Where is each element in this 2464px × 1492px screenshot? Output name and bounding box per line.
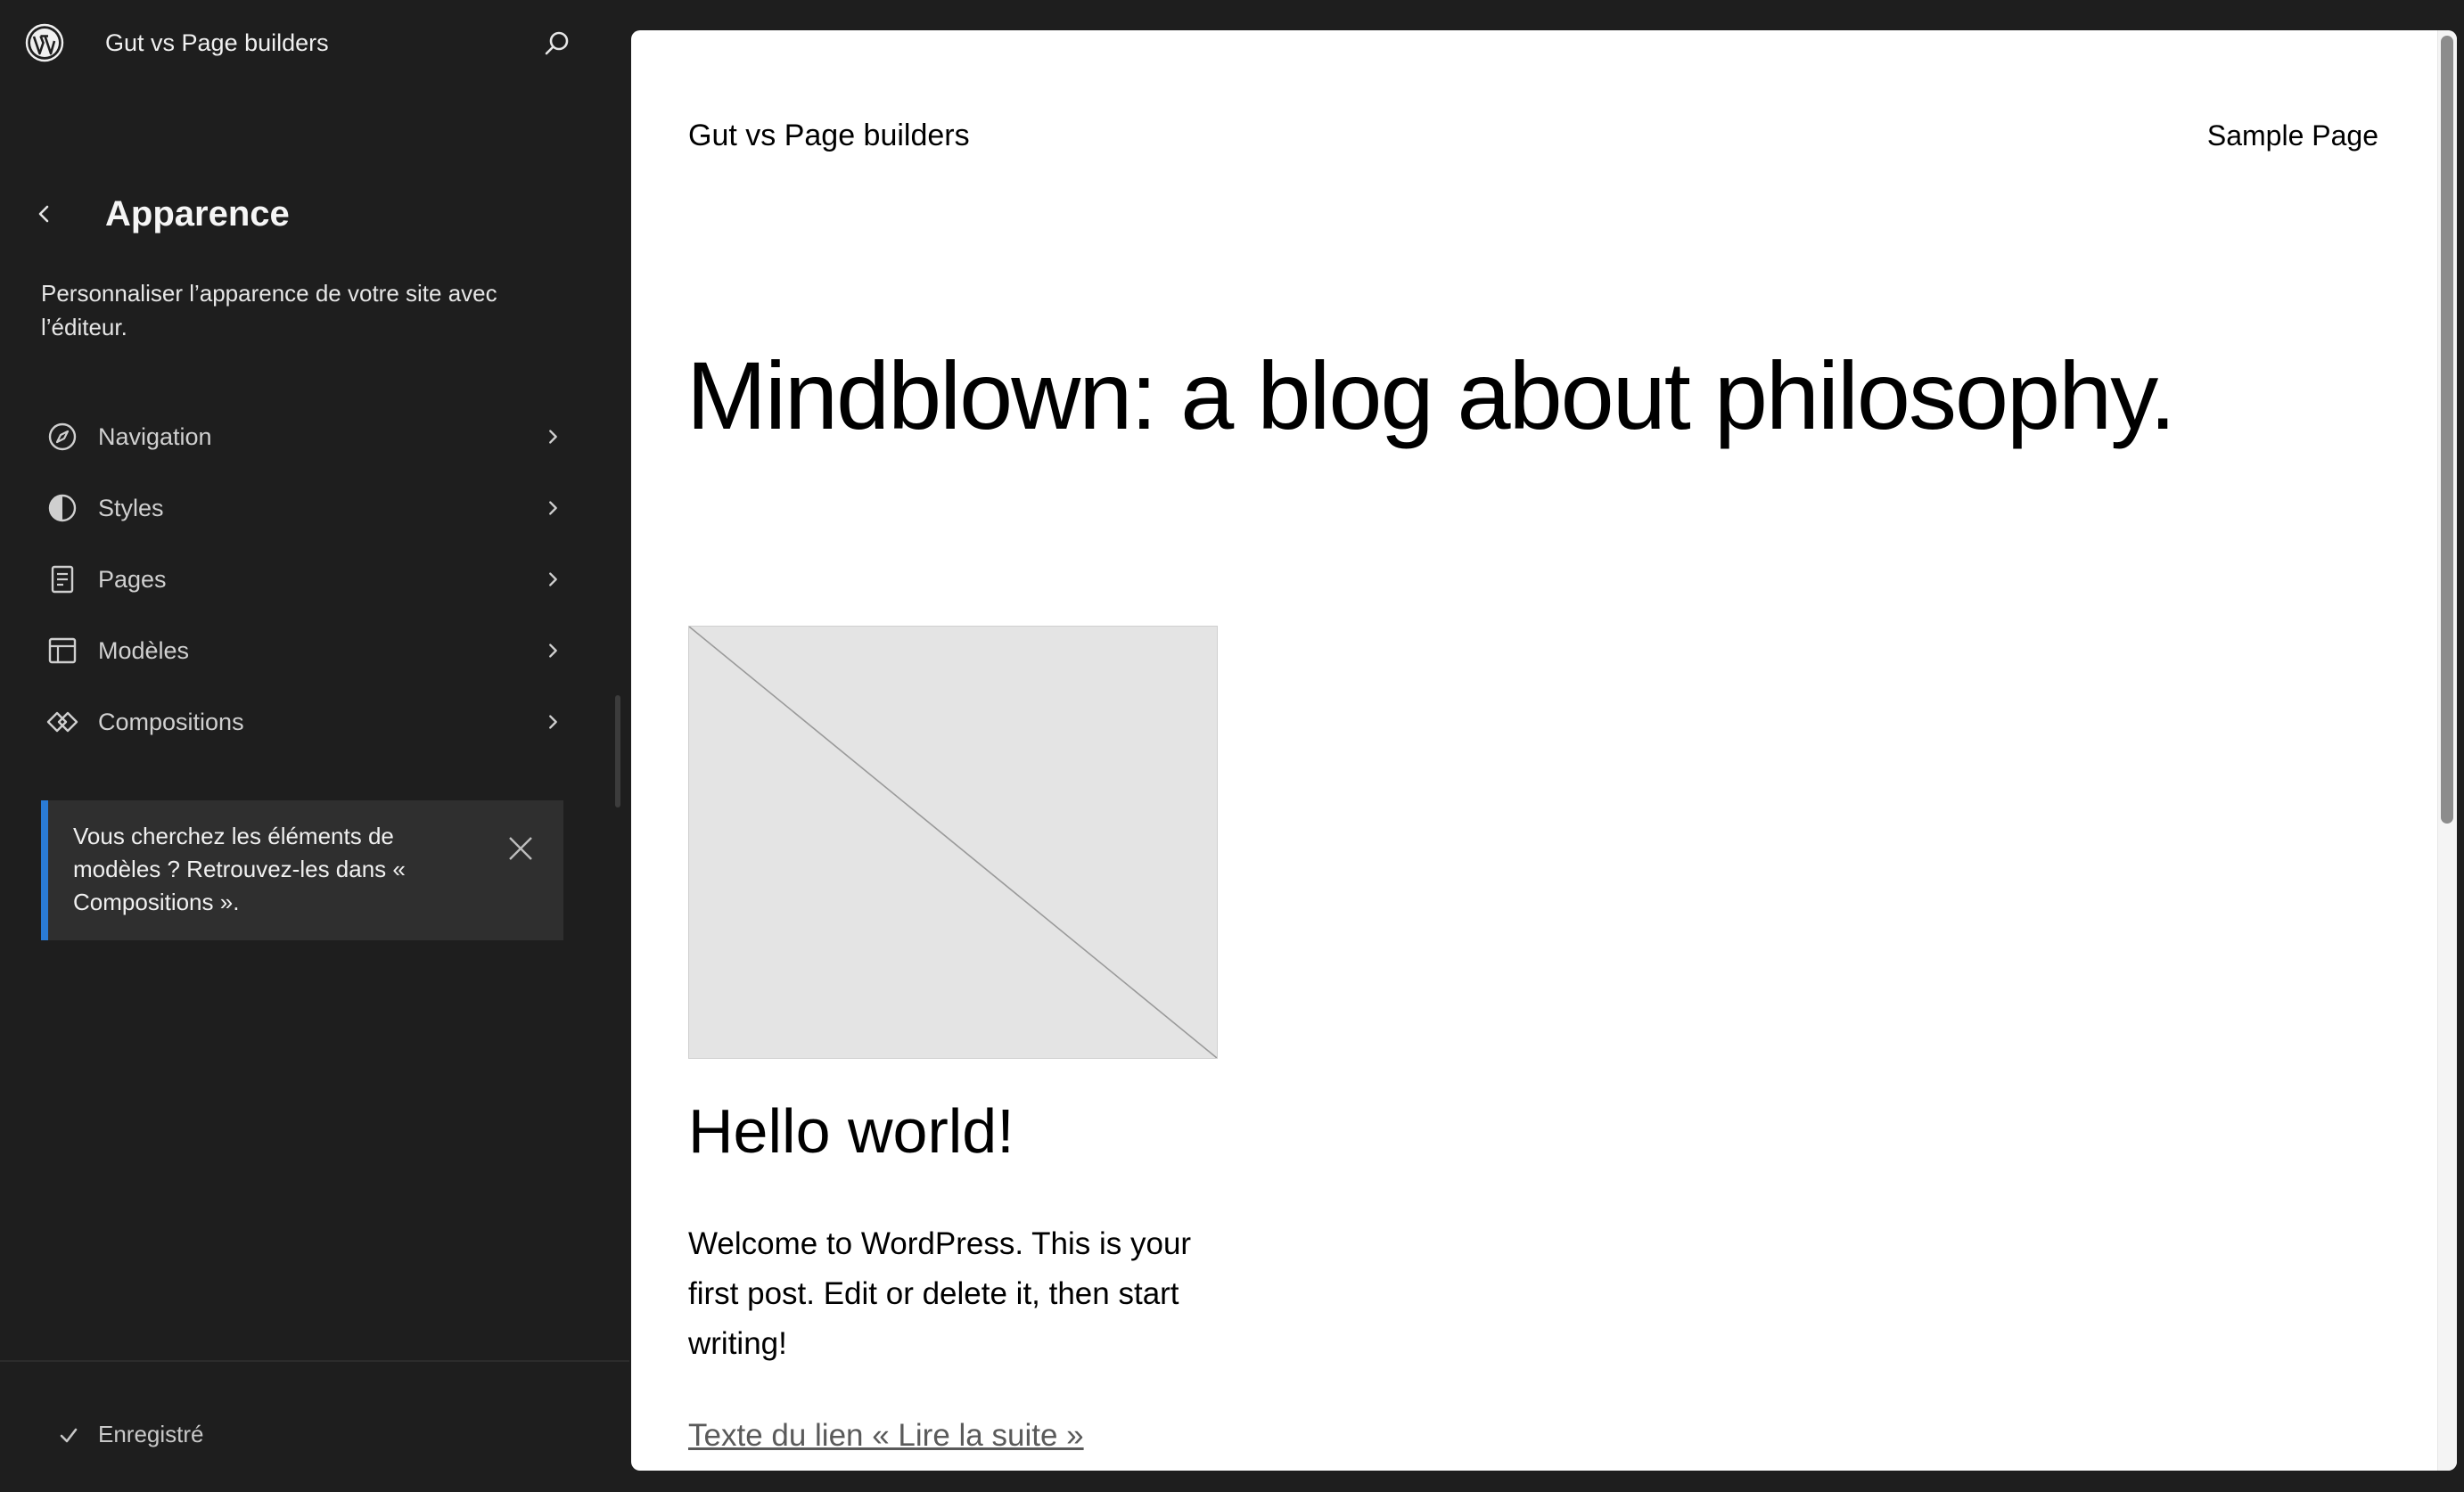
save-status-label: Enregistré (98, 1421, 204, 1447)
checkmark-icon (55, 1422, 82, 1448)
page-icon (45, 562, 80, 597)
appearance-menu: Navigation Styles Pages Modèles Composit… (36, 401, 579, 758)
styles-half-circle-icon (45, 490, 80, 526)
chevron-left-icon (38, 205, 49, 223)
search-icon (545, 31, 569, 55)
menu-item-styles[interactable]: Styles (36, 472, 579, 544)
menu-item-label: Compositions (98, 708, 244, 735)
close-icon (509, 837, 532, 860)
chevron-right-icon (538, 636, 567, 665)
symbol-diamond-icon (45, 704, 80, 740)
menu-item-navigation[interactable]: Navigation (36, 401, 579, 472)
chevron-right-icon (538, 708, 567, 736)
info-notice: Vous cherchez les éléments de modèles ? … (41, 800, 563, 940)
read-more-link[interactable]: Texte du lien « Lire la suite » (688, 1414, 1084, 1458)
search-button[interactable] (538, 25, 576, 62)
wordpress-logo-icon[interactable] (25, 23, 64, 62)
preview-site-title[interactable]: Gut vs Page builders (688, 116, 970, 155)
preview-nav-sample-page[interactable]: Sample Page (2207, 116, 2378, 155)
back-button[interactable] (27, 194, 62, 234)
sidebar-footer-divider (0, 1360, 629, 1362)
site-title-link[interactable]: Gut vs Page builders (105, 27, 329, 59)
section-title: Apparence (105, 194, 290, 234)
menu-item-templates[interactable]: Modèles (36, 615, 579, 686)
featured-image-placeholder[interactable] (688, 626, 1218, 1059)
notice-text: Vous cherchez les éléments de modèles ? … (73, 823, 406, 915)
menu-item-label: Modèles (98, 636, 190, 664)
chevron-right-icon (538, 494, 567, 522)
menu-item-label: Styles (98, 494, 164, 521)
menu-item-pages[interactable]: Pages (36, 544, 579, 615)
navigation-compass-icon (45, 419, 80, 455)
preview-scrollbar-thumb[interactable] (2441, 36, 2453, 824)
menu-item-compositions[interactable]: Compositions (36, 686, 579, 758)
post-excerpt: Welcome to WordPress. This is your first… (688, 1226, 1192, 1361)
chevron-right-icon (538, 565, 567, 594)
save-status: Enregistré (55, 1421, 204, 1448)
sidebar-resize-handle[interactable] (615, 695, 620, 807)
menu-item-label: Pages (98, 565, 167, 593)
editor-sidebar: Gut vs Page builders Apparence Personnal… (0, 0, 629, 1492)
preview-page-heading: Mindblown: a blog about philosophy. (686, 341, 2176, 449)
post-title[interactable]: Hello world! (688, 1091, 1014, 1171)
chevron-right-icon (538, 422, 567, 451)
site-preview-frame[interactable]: Gut vs Page builders Sample Page Mindblo… (631, 30, 2457, 1471)
menu-item-label: Navigation (98, 422, 212, 450)
notice-close-button[interactable] (501, 829, 540, 868)
layout-icon (45, 633, 80, 668)
section-description: Personnaliser l’apparence de votre site … (41, 280, 497, 340)
